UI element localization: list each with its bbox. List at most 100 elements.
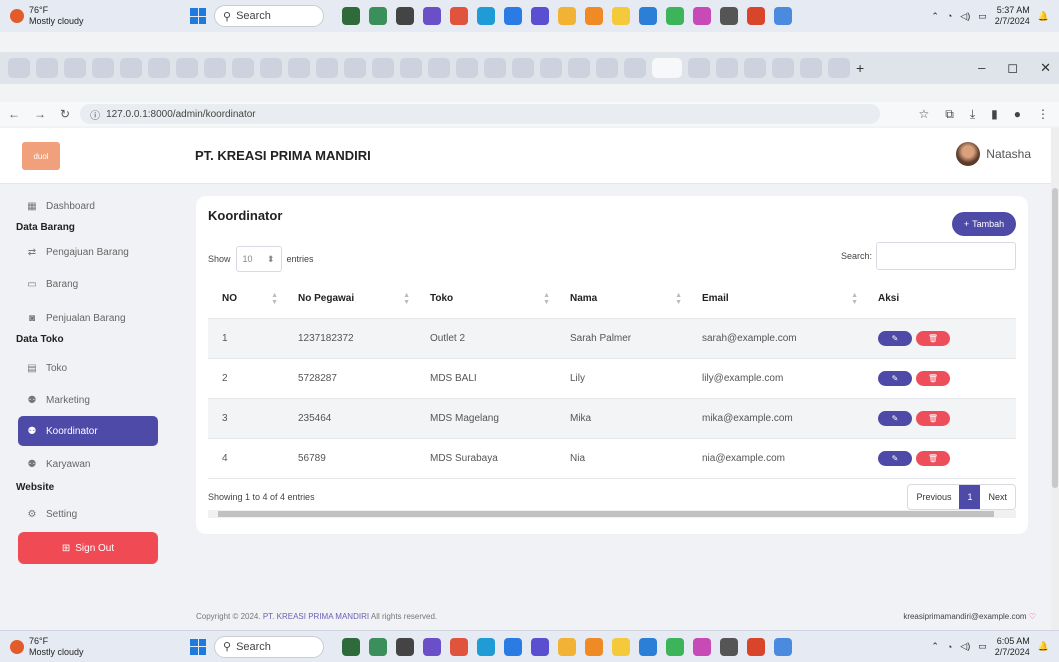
- app-icon[interactable]: [450, 637, 468, 656]
- app-icon[interactable]: [531, 7, 549, 25]
- forward-icon[interactable]: →: [34, 107, 46, 121]
- page-button-current[interactable]: 1: [959, 485, 981, 509]
- scrollbar-thumb[interactable]: [218, 511, 994, 517]
- footer-brand[interactable]: PT. KREASI PRIMA MANDIRI: [263, 612, 369, 621]
- back-icon[interactable]: ←: [8, 107, 20, 121]
- browser-tab-active[interactable]: [652, 58, 682, 78]
- app-icon[interactable]: [585, 7, 603, 25]
- app-icon[interactable]: [477, 7, 495, 25]
- browser-tab[interactable]: [512, 58, 534, 78]
- sidebar-item-karyawan[interactable]: ⚉ Karyawan: [18, 454, 158, 474]
- search-input[interactable]: [876, 242, 1016, 270]
- reload-icon[interactable]: ↻: [60, 107, 70, 121]
- column-header[interactable]: Toko ▲ ▼: [416, 280, 556, 319]
- edit-button[interactable]: ✎: [878, 450, 912, 466]
- user-menu[interactable]: Natasha: [956, 142, 1031, 166]
- browser-tab[interactable]: [716, 58, 738, 78]
- extensions-icon[interactable]: ⧉: [945, 107, 954, 122]
- taskbar-search[interactable]: ⚲ Search: [214, 635, 324, 658]
- chevron-up-icon[interactable]: ⌃: [931, 641, 939, 652]
- browser-tab[interactable]: [456, 58, 478, 78]
- browser-tab[interactable]: [596, 58, 618, 78]
- vertical-scrollbar[interactable]: [1051, 128, 1059, 630]
- taskbar-search[interactable]: ⚲ Search: [214, 5, 324, 27]
- download-icon[interactable]: ⤓: [970, 107, 975, 122]
- new-tab-icon[interactable]: +: [856, 60, 864, 76]
- next-button[interactable]: Next: [980, 485, 1015, 509]
- app-icon[interactable]: [720, 7, 738, 25]
- profile-icon[interactable]: ●: [1014, 107, 1021, 122]
- volume-icon[interactable]: ◁): [960, 641, 970, 652]
- browser-tab[interactable]: [540, 58, 562, 78]
- app-icon[interactable]: [774, 637, 792, 656]
- chevron-up-icon[interactable]: ⌃: [931, 11, 939, 22]
- browser-tab[interactable]: [828, 58, 850, 78]
- browser-tab[interactable]: [120, 58, 142, 78]
- battery-icon[interactable]: ▭: [978, 641, 987, 652]
- app-icon[interactable]: [666, 637, 684, 656]
- sidebar-item-koordinator[interactable]: ⚉ Koordinator: [18, 416, 158, 446]
- delete-button[interactable]: 🗑: [916, 410, 950, 426]
- app-icon[interactable]: [720, 637, 738, 656]
- app-icon[interactable]: [396, 637, 414, 656]
- browser-tab[interactable]: [428, 58, 450, 78]
- column-header[interactable]: Email ▲ ▼: [688, 280, 864, 319]
- sidebar-item-pengajuan[interactable]: ⇄ Pengajuan Barang: [18, 242, 158, 262]
- entries-select[interactable]: 10 ⬍: [235, 246, 282, 272]
- battery-icon[interactable]: ▭: [978, 11, 987, 22]
- browser-tab[interactable]: [148, 58, 170, 78]
- info-icon[interactable]: ⓘ: [90, 107, 100, 122]
- browser-tab[interactable]: [344, 58, 366, 78]
- notification-icon[interactable]: 🔔: [1038, 11, 1049, 22]
- sidepanel-icon[interactable]: ▮: [991, 107, 998, 122]
- sidebar-item-barang[interactable]: ▭ Barang: [18, 274, 158, 294]
- horizontal-scrollbar[interactable]: [208, 510, 1016, 518]
- app-icon[interactable]: [504, 7, 522, 25]
- browser-tab[interactable]: [372, 58, 394, 78]
- browser-tab[interactable]: [624, 58, 646, 78]
- delete-button[interactable]: 🗑: [916, 330, 950, 346]
- weather-widget[interactable]: 76°F Mostly cloudy: [0, 636, 190, 658]
- browser-tab[interactable]: [232, 58, 254, 78]
- wifi-icon[interactable]: ◔: [947, 11, 952, 21]
- star-icon[interactable]: ☆: [918, 107, 929, 122]
- browser-tab[interactable]: [316, 58, 338, 78]
- browser-tab[interactable]: [260, 58, 282, 78]
- delete-button[interactable]: 🗑: [916, 450, 950, 466]
- volume-icon[interactable]: ◁): [960, 11, 970, 22]
- app-icon[interactable]: [612, 7, 630, 25]
- app-icon[interactable]: [693, 7, 711, 25]
- sidebar-item-toko[interactable]: ▤ Toko: [18, 358, 158, 378]
- weather-widget[interactable]: 76°F Mostly cloudy: [0, 5, 190, 27]
- app-icon[interactable]: [774, 7, 792, 25]
- app-icon[interactable]: [585, 637, 603, 656]
- app-icon[interactable]: [531, 637, 549, 656]
- app-icon[interactable]: [558, 7, 576, 25]
- browser-tab[interactable]: [772, 58, 794, 78]
- browser-tab[interactable]: [744, 58, 766, 78]
- clock[interactable]: 5:37 AM 2/7/2024: [995, 5, 1030, 27]
- sidebar-item-dashboard[interactable]: ▦ Dashboard: [18, 196, 158, 216]
- browser-tab[interactable]: [568, 58, 590, 78]
- notification-icon[interactable]: 🔔: [1038, 641, 1049, 652]
- browser-tab[interactable]: [176, 58, 198, 78]
- browser-tab[interactable]: [204, 58, 226, 78]
- sign-out-button[interactable]: ⊞ Sign Out: [18, 532, 158, 564]
- app-icon[interactable]: [693, 637, 711, 656]
- app-icon[interactable]: [369, 7, 387, 25]
- app-icon[interactable]: [342, 7, 360, 25]
- app-icon[interactable]: [423, 7, 441, 25]
- app-icon[interactable]: [612, 637, 630, 656]
- url-bar[interactable]: ⓘ 127.0.0.1:8000/admin/koordinator: [80, 104, 881, 124]
- logo[interactable]: duol: [22, 142, 60, 170]
- app-icon[interactable]: [747, 7, 765, 25]
- browser-tab[interactable]: [484, 58, 506, 78]
- app-icon[interactable]: [396, 7, 414, 25]
- edit-button[interactable]: ✎: [878, 410, 912, 426]
- browser-tab[interactable]: [64, 58, 86, 78]
- sidebar-item-penjualan[interactable]: ◙ Penjualan Barang: [18, 308, 158, 328]
- browser-tab[interactable]: [92, 58, 114, 78]
- column-header[interactable]: NO ▲ ▼: [208, 280, 284, 319]
- delete-button[interactable]: 🗑: [916, 370, 950, 386]
- app-icon[interactable]: [423, 637, 441, 656]
